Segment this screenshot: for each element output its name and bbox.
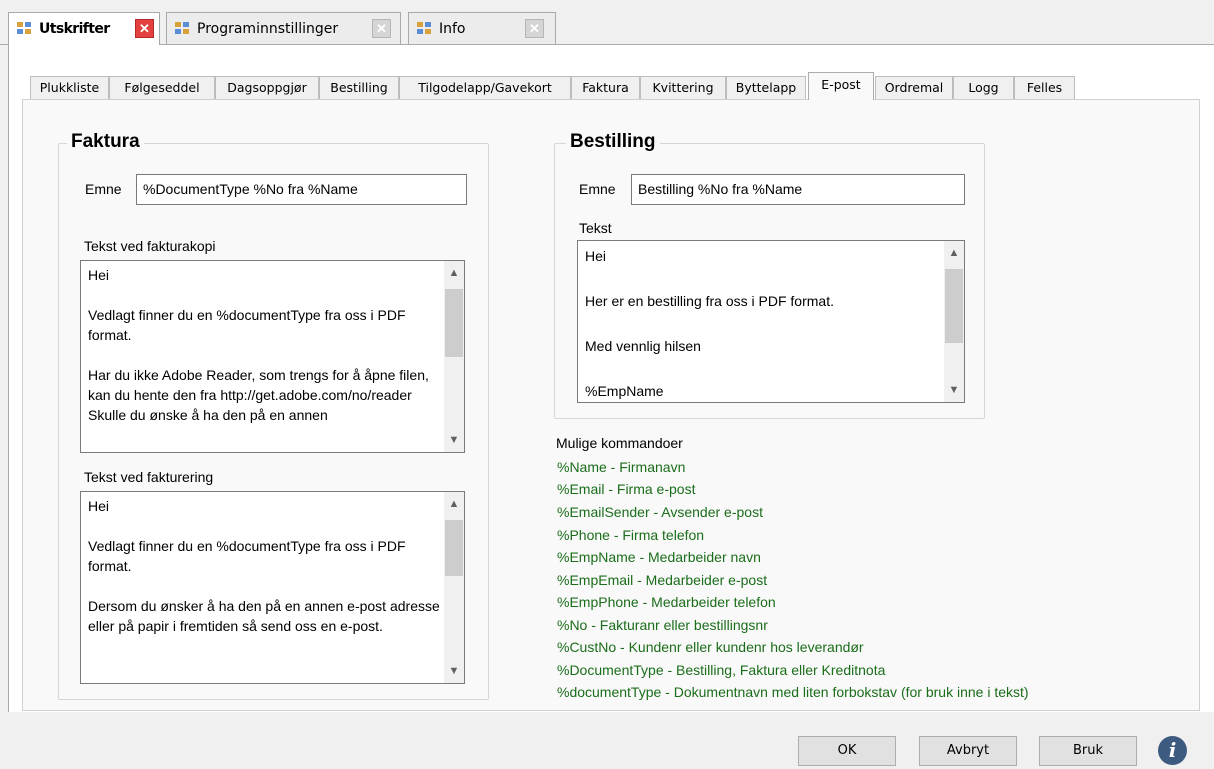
scroll-down-icon[interactable]: ▼ <box>944 380 964 400</box>
commands-title: Mulige kommandoer <box>556 435 683 451</box>
bestilling-textarea[interactable]: Hei Her er en bestilling fra oss i PDF f… <box>577 240 965 403</box>
close-icon[interactable]: ✕ <box>135 19 154 38</box>
command-item: %EmpName - Medarbeider navn <box>557 549 761 565</box>
vertical-scrollbar[interactable]: ▲ ▼ <box>444 492 464 683</box>
command-item: %Name - Firmanavn <box>557 459 686 475</box>
command-item: %documentType - Dokumentnavn med liten f… <box>557 684 1029 700</box>
command-item: %EmpEmail - Medarbeider e-post <box>557 572 768 588</box>
bestilling-text: Hei Her er en bestilling fra oss i PDF f… <box>585 248 834 399</box>
scroll-thumb[interactable] <box>945 269 963 343</box>
bestilling-text-label: Tekst <box>579 220 612 236</box>
tab-tilgodelapp-gavekort[interactable]: Tilgodelapp/Gavekort <box>399 76 571 99</box>
scroll-thumb[interactable] <box>445 520 463 576</box>
tab-folgeseddel[interactable]: Følgeseddel <box>109 76 215 99</box>
close-icon[interactable]: ✕ <box>525 19 544 38</box>
apply-button[interactable]: Bruk <box>1039 736 1137 766</box>
info-icon[interactable]: i <box>1158 736 1187 765</box>
tab-plukkliste[interactable]: Plukkliste <box>30 76 109 99</box>
faktura-title: Faktura <box>67 131 144 153</box>
bestilling-subject-label: Emne <box>579 181 616 197</box>
command-item: %No - Fakturanr eller bestillingsnr <box>557 617 768 633</box>
scroll-thumb[interactable] <box>445 289 463 357</box>
tab-dagsoppgjor[interactable]: Dagsoppgjør <box>215 76 319 99</box>
doc-tab-label: Programinnstillinger <box>197 20 339 37</box>
window-grid-icon <box>417 21 432 36</box>
faktura-invoice-textarea[interactable]: Hei Vedlagt finner du en %documentType f… <box>80 491 465 684</box>
doc-tab-info[interactable]: Info ✕ <box>408 12 556 44</box>
faktura-copy-label: Tekst ved fakturakopi <box>84 238 216 254</box>
faktura-invoice-label: Tekst ved fakturering <box>84 469 214 485</box>
faktura-copy-text: Hei Vedlagt finner du en %documentType f… <box>88 267 429 423</box>
command-item: %Email - Firma e-post <box>557 481 696 497</box>
tab-felles[interactable]: Felles <box>1014 76 1075 99</box>
command-item: %EmpPhone - Medarbeider telefon <box>557 594 776 610</box>
faktura-subject-label: Emne <box>85 181 122 197</box>
scroll-up-icon[interactable]: ▲ <box>944 243 964 263</box>
tab-faktura[interactable]: Faktura <box>571 76 640 99</box>
command-item: %CustNo - Kundenr eller kundenr hos leve… <box>557 639 864 655</box>
vertical-scrollbar[interactable]: ▲ ▼ <box>944 241 964 402</box>
bestilling-title: Bestilling <box>566 131 660 153</box>
command-item: %Phone - Firma telefon <box>557 527 705 543</box>
tab-bestilling[interactable]: Bestilling <box>319 76 399 99</box>
doc-tab-label: Utskrifter <box>39 21 110 37</box>
doc-tab-utskrifter[interactable]: Utskrifter ✕ <box>8 12 160 45</box>
faktura-copy-textarea[interactable]: Hei Vedlagt finner du en %documentType f… <box>80 260 465 453</box>
command-item: %EmailSender - Avsender e-post <box>557 504 763 520</box>
window-grid-icon <box>175 21 190 36</box>
doc-tab-label: Info <box>439 20 466 37</box>
faktura-subject-input[interactable]: %DocumentType %No fra %Name <box>136 174 467 205</box>
window-grid-icon <box>17 22 32 36</box>
tab-e-post[interactable]: E-post <box>808 72 874 100</box>
doc-tab-programinnstillinger[interactable]: Programinnstillinger ✕ <box>166 12 401 44</box>
tab-kvittering[interactable]: Kvittering <box>640 76 726 99</box>
ok-button[interactable]: OK <box>798 736 896 766</box>
vertical-scrollbar[interactable]: ▲ ▼ <box>444 261 464 452</box>
command-item: %DocumentType - Bestilling, Faktura elle… <box>557 662 886 678</box>
bestilling-subject-input[interactable]: Bestilling %No fra %Name <box>631 174 965 205</box>
faktura-invoice-text: Hei Vedlagt finner du en %documentType f… <box>88 498 440 634</box>
scroll-up-icon[interactable]: ▲ <box>444 263 464 283</box>
tab-ordremal[interactable]: Ordremal <box>875 76 953 99</box>
close-icon[interactable]: ✕ <box>372 19 391 38</box>
scroll-down-icon[interactable]: ▼ <box>444 430 464 450</box>
cancel-button[interactable]: Avbryt <box>919 736 1017 766</box>
tab-logg[interactable]: Logg <box>953 76 1014 99</box>
tab-byttelapp[interactable]: Byttelapp <box>726 76 806 99</box>
scroll-up-icon[interactable]: ▲ <box>444 494 464 514</box>
scroll-down-icon[interactable]: ▼ <box>444 661 464 681</box>
